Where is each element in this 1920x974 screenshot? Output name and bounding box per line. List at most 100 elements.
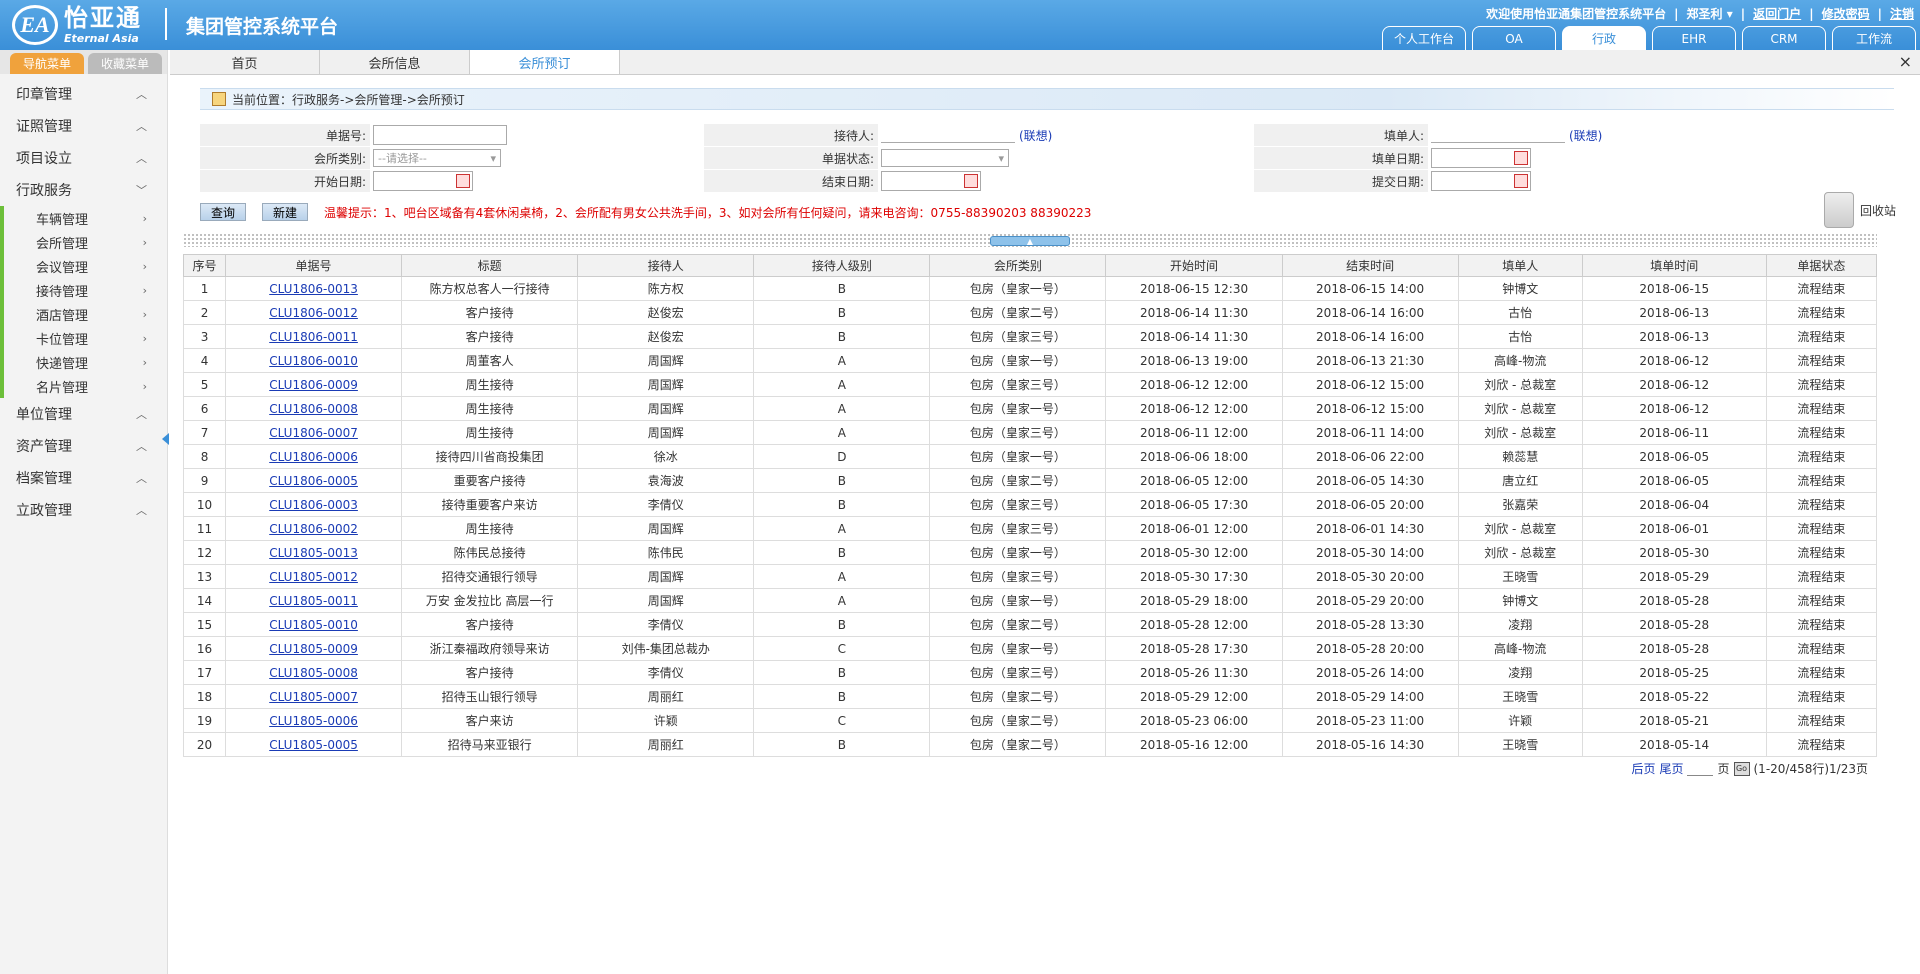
- doc-no-link[interactable]: CLU1806-0013: [269, 282, 358, 296]
- col-header[interactable]: 填单时间: [1581, 254, 1767, 277]
- doc-no-link[interactable]: CLU1806-0011: [269, 330, 358, 344]
- menu-item-project[interactable]: 项目设立 ︿: [0, 142, 167, 174]
- club-type-select[interactable]: --请选择-- ▾: [373, 149, 501, 167]
- user-menu[interactable]: 郑圣利 ▾: [1687, 5, 1733, 22]
- close-icon[interactable]: ×: [1899, 52, 1912, 71]
- doc-no-link[interactable]: CLU1806-0009: [269, 378, 358, 392]
- table-row[interactable]: 4 CLU1806-0010 周董客人 周国辉 A 包房（皇家一号） 2018-06-13 …: [182, 348, 1878, 373]
- submenu-item-reception[interactable]: 接待管理 ›: [0, 278, 167, 302]
- doc-no-link[interactable]: CLU1806-0007: [269, 426, 358, 440]
- submit-date-input[interactable]: [1431, 171, 1531, 191]
- doc-no-link[interactable]: CLU1805-0013: [269, 546, 358, 560]
- table-row[interactable]: 18 CLU1805-0007 招待玉山银行领导 周丽红 B 包房（皇家二号） 2018-0…: [182, 684, 1878, 709]
- col-header[interactable]: 开始时间: [1105, 254, 1283, 277]
- query-button[interactable]: 查询: [200, 203, 246, 221]
- calendar-icon[interactable]: [1514, 174, 1528, 188]
- receiver-input[interactable]: [881, 127, 1015, 143]
- table-row[interactable]: 3 CLU1806-0011 客户接待 赵俊宏 B 包房（皇家三号） 2018-06-14 …: [182, 324, 1878, 349]
- submenu-item-card[interactable]: 名片管理 ›: [0, 374, 167, 398]
- table-row[interactable]: 1 CLU1806-0013 陈方权总客人一行接待 陈方权 B 包房（皇家一号） 2018-…: [182, 276, 1878, 301]
- submenu-item-parking[interactable]: 卡位管理 ›: [0, 326, 167, 350]
- module-tab-workbench[interactable]: 个人工作台: [1382, 26, 1466, 50]
- doc-no-link[interactable]: CLU1806-0003: [269, 498, 358, 512]
- doc-no-input[interactable]: [373, 125, 507, 145]
- new-button[interactable]: 新建: [262, 203, 308, 221]
- favorite-menu-tab[interactable]: 收藏菜单: [88, 53, 162, 74]
- menu-item-policy[interactable]: 立政管理 ︿: [0, 494, 167, 526]
- calendar-icon[interactable]: [1514, 151, 1528, 165]
- tab-club-booking[interactable]: 会所预订: [470, 50, 620, 74]
- menu-item-archive[interactable]: 档案管理 ︿: [0, 462, 167, 494]
- menu-item-unit[interactable]: 单位管理 ︿: [0, 398, 167, 430]
- col-header[interactable]: 单据状态: [1765, 254, 1878, 277]
- tab-club-info[interactable]: 会所信息: [320, 50, 470, 74]
- menu-item-asset[interactable]: 资产管理 ︿: [0, 430, 167, 462]
- table-row[interactable]: 14 CLU1805-0011 万安 金发拉比 高层一行 周国辉 A 包房（皇家一号） 20…: [182, 588, 1878, 613]
- submenu-item-express[interactable]: 快递管理 ›: [0, 350, 167, 374]
- calendar-icon[interactable]: [964, 174, 978, 188]
- col-header[interactable]: 接待人级别: [753, 254, 931, 277]
- table-row[interactable]: 8 CLU1806-0006 接待四川省商投集团 徐冰 D 包房（皇家一号） 2018-06…: [182, 444, 1878, 469]
- submenu-item-meeting[interactable]: 会议管理 ›: [0, 254, 167, 278]
- submenu-item-club[interactable]: 会所管理 ›: [0, 230, 167, 254]
- table-row[interactable]: 7 CLU1806-0007 周生接待 周国辉 A 包房（皇家三号） 2018-06-11 …: [182, 420, 1878, 445]
- doc-status-select[interactable]: ▾: [881, 149, 1009, 167]
- table-row[interactable]: 5 CLU1806-0009 周生接待 周国辉 A 包房（皇家三号） 2018-06-12 …: [182, 372, 1878, 397]
- recycle-bin[interactable]: 回收站: [1823, 192, 1896, 228]
- module-tab-oa[interactable]: OA: [1472, 26, 1556, 50]
- col-header[interactable]: 结束时间: [1281, 254, 1459, 277]
- receiver-assoc-link[interactable]: (联想): [1019, 127, 1052, 144]
- table-row[interactable]: 17 CLU1805-0008 客户接待 李倩仪 B 包房（皇家三号） 2018-05-26…: [182, 660, 1878, 685]
- module-tab-ehr[interactable]: EHR: [1652, 26, 1736, 50]
- table-row[interactable]: 10 CLU1806-0003 接待重要客户来访 李倩仪 B 包房（皇家三号） 2018-0…: [182, 492, 1878, 517]
- module-tab-crm[interactable]: CRM: [1742, 26, 1826, 50]
- submenu-item-vehicle[interactable]: 车辆管理 ›: [0, 206, 167, 230]
- next-page-link[interactable]: 后页: [1631, 760, 1655, 777]
- table-row[interactable]: 6 CLU1806-0008 周生接待 周国辉 A 包房（皇家一号） 2018-06-12 …: [182, 396, 1878, 421]
- doc-no-link[interactable]: CLU1806-0008: [269, 402, 358, 416]
- col-header[interactable]: 标题: [401, 254, 579, 277]
- module-tab-admin[interactable]: 行政: [1562, 26, 1646, 50]
- table-row[interactable]: 9 CLU1806-0005 重要客户接待 袁海波 B 包房（皇家二号） 2018-06-0…: [182, 468, 1878, 493]
- fill-date-input[interactable]: [1431, 148, 1531, 168]
- menu-item-admin-service[interactable]: 行政服务 ﹀: [0, 174, 167, 206]
- portal-link[interactable]: 返回门户: [1753, 5, 1801, 22]
- end-date-input[interactable]: [881, 171, 981, 191]
- doc-no-link[interactable]: CLU1805-0007: [269, 690, 358, 704]
- change-password-link[interactable]: 修改密码: [1822, 5, 1870, 22]
- nav-menu-tab[interactable]: 导航菜单: [10, 53, 84, 74]
- module-tab-workflow[interactable]: 工作流: [1832, 26, 1916, 50]
- table-row[interactable]: 16 CLU1805-0009 浙江秦福政府领导来访 刘伟-集团总裁办 C 包房（皇家一号…: [182, 636, 1878, 661]
- table-row[interactable]: 11 CLU1806-0002 周生接待 周国辉 A 包房（皇家三号） 2018-06-01…: [182, 516, 1878, 541]
- table-row[interactable]: 20 CLU1805-0005 招待马来亚银行 周丽红 B 包房（皇家二号） 2018-05…: [182, 732, 1878, 757]
- doc-no-link[interactable]: CLU1806-0006: [269, 450, 358, 464]
- filler-input[interactable]: [1431, 127, 1565, 143]
- page-input[interactable]: [1687, 762, 1714, 776]
- doc-no-link[interactable]: CLU1805-0012: [269, 570, 358, 584]
- tab-home[interactable]: 首页: [170, 50, 320, 74]
- doc-no-link[interactable]: CLU1805-0005: [269, 738, 358, 752]
- submenu-item-hotel[interactable]: 酒店管理 ›: [0, 302, 167, 326]
- start-date-input[interactable]: [373, 171, 473, 191]
- logout-link[interactable]: 注销: [1890, 5, 1914, 22]
- doc-no-link[interactable]: CLU1805-0011: [269, 594, 358, 608]
- table-row[interactable]: 12 CLU1805-0013 陈伟民总接待 陈伟民 B 包房（皇家一号） 2018-05-…: [182, 540, 1878, 565]
- filler-assoc-link[interactable]: (联想): [1569, 127, 1602, 144]
- last-page-link[interactable]: 尾页: [1659, 760, 1683, 777]
- doc-no-link[interactable]: CLU1806-0005: [269, 474, 358, 488]
- col-header[interactable]: 接待人: [577, 254, 755, 277]
- doc-no-link[interactable]: CLU1806-0010: [269, 354, 358, 368]
- table-row[interactable]: 13 CLU1805-0012 招待交通银行领导 周国辉 A 包房（皇家三号） 2018-0…: [182, 564, 1878, 589]
- table-row[interactable]: 19 CLU1805-0006 客户来访 许颖 C 包房（皇家二号） 2018-05-23 …: [182, 708, 1878, 733]
- col-header[interactable]: 序号: [182, 254, 227, 277]
- col-header[interactable]: 会所类别: [929, 254, 1107, 277]
- table-row[interactable]: 2 CLU1806-0012 客户接待 赵俊宏 B 包房（皇家二号） 2018-06-14 …: [182, 300, 1878, 325]
- calendar-icon[interactable]: [456, 174, 470, 188]
- col-header[interactable]: 填单人: [1457, 254, 1583, 277]
- col-header[interactable]: 单据号: [225, 254, 403, 277]
- go-button[interactable]: Go: [1733, 761, 1750, 776]
- menu-item-license[interactable]: 证照管理 ︿: [0, 110, 167, 142]
- doc-no-link[interactable]: CLU1806-0002: [269, 522, 358, 536]
- menu-item-seal[interactable]: 印章管理 ︿: [0, 78, 167, 110]
- doc-no-link[interactable]: CLU1806-0012: [269, 306, 358, 320]
